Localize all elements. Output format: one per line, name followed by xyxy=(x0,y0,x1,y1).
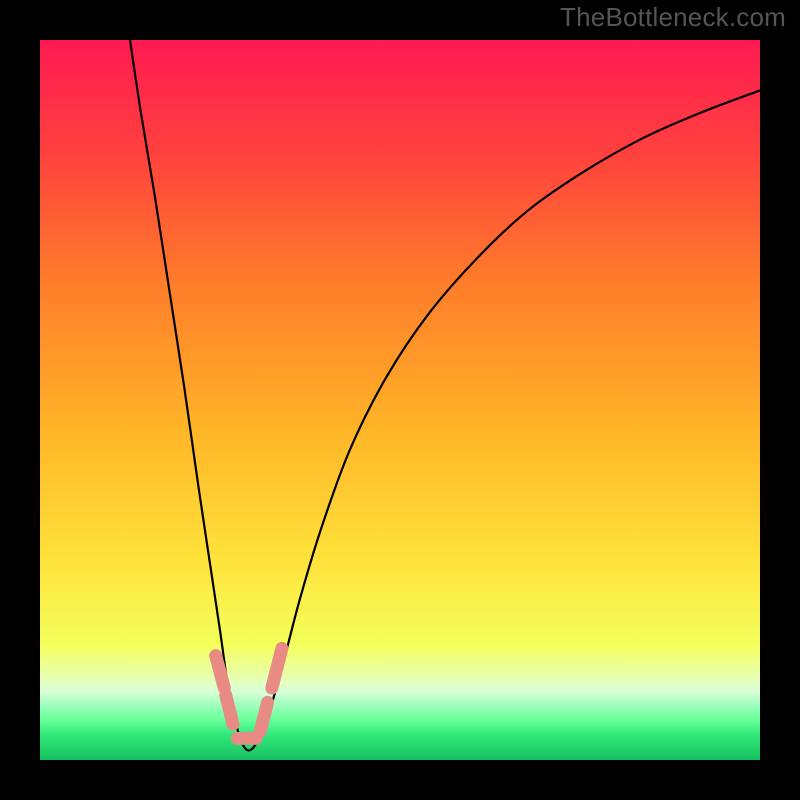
trough-marker-segment xyxy=(260,702,267,731)
trough-marker-segment xyxy=(216,656,225,688)
plot-area xyxy=(40,40,760,760)
plot-svg xyxy=(40,40,760,760)
attribution-text: TheBottleneck.com xyxy=(560,2,786,33)
chart-frame: TheBottleneck.com xyxy=(0,0,800,800)
trough-marker-segment xyxy=(226,695,233,724)
plot-background xyxy=(40,40,760,760)
